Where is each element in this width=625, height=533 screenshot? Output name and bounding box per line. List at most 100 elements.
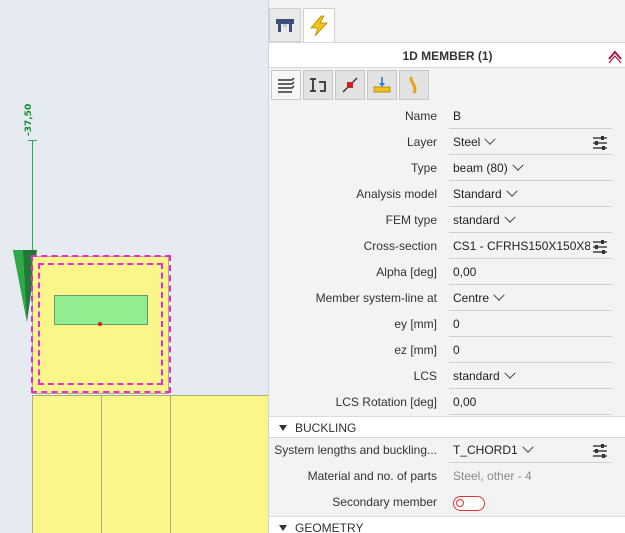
section-title: GEOMETRY [295,521,364,533]
field-underline [449,414,612,415]
selection-outline-inner [38,263,163,385]
layers-button[interactable] [271,70,301,100]
section-header-buckling[interactable]: BUCKLING [269,416,625,438]
property-row-cross-section[interactable]: Cross-section CS1 - CFRHS150X150X8 [269,234,625,260]
property-row-secondary-member[interactable]: Secondary member [269,490,625,516]
settings-sliders-icon[interactable] [592,444,608,458]
load-button[interactable] [367,70,397,100]
section-title: BUCKLING [295,421,357,435]
property-row-system-line[interactable]: Member system-line at Centre [269,286,625,312]
tab-properties[interactable] [303,8,335,42]
property-row-layer[interactable]: Layer Steel [269,130,625,156]
toggle-knob [456,499,464,507]
analysis-model-dropdown[interactable]: Standard [453,185,518,201]
collapse-chevron-icon[interactable] [606,46,624,64]
lcs-dropdown[interactable]: standard [453,367,516,383]
property-label: Layer [406,135,437,149]
section-button[interactable] [303,70,333,100]
dimension-label: -37,50 [24,103,34,136]
dropdown-value: beam (80) [453,161,508,175]
property-label: Material and no. of parts [307,469,437,483]
panel-toolbar [271,70,429,102]
property-label: Member system-line at [315,291,437,305]
property-label: ey [mm] [394,317,437,331]
collapse-triangle-icon [279,525,287,531]
field-underline [449,284,612,285]
property-label: System lengths and buckling... [274,443,437,457]
field-underline [449,206,612,207]
property-label: Name [404,109,437,123]
property-label: FEM type [385,213,437,227]
field-underline [449,258,612,259]
field-underline [449,128,612,129]
field-underline [449,336,612,337]
property-label: Alpha [deg] [376,265,437,279]
chevron-down-icon [504,211,516,223]
lightning-icon [310,15,328,36]
system-line-dropdown[interactable]: Centre [453,289,505,305]
ey-input[interactable]: 0 [453,317,460,331]
dropdown-value: Centre [453,291,490,305]
property-row-name[interactable]: Name B [269,104,625,130]
property-list: Name B Layer Steel Type beam (80) Analys… [269,104,625,533]
material-parts-value: Steel, other - 4 [453,469,532,483]
property-label: ez [mm] [394,343,437,357]
property-value[interactable]: B [453,109,461,123]
curve-icon [409,75,417,94]
dropdown-value: Steel [453,135,481,149]
panel-title-bar: 1D MEMBER (1) [269,42,625,68]
layer-dropdown[interactable]: Steel [453,133,497,149]
type-dropdown[interactable]: beam (80) [453,159,524,175]
tab-structure[interactable] [269,8,301,42]
hinge-button[interactable] [335,70,365,100]
section-icon [310,78,326,92]
property-row-system-lengths[interactable]: System lengths and buckling... T_CHORD1 [269,438,625,464]
field-underline [449,154,612,155]
model-viewport[interactable]: -37,50 [0,0,270,533]
chevron-down-icon [493,289,505,301]
field-underline [449,362,612,363]
member-edge-line [170,395,171,533]
property-label: Type [410,161,437,175]
property-label: LCS [413,369,437,383]
property-row-ez[interactable]: ez [mm] 0 [269,338,625,364]
settings-sliders-icon[interactable] [592,240,608,254]
chevron-down-icon [484,133,497,145]
load-icon [373,77,391,93]
chevron-down-icon [506,185,518,197]
chevron-down-icon [512,159,524,171]
field-underline [449,180,612,181]
collapse-triangle-icon [279,425,287,431]
dropdown-value: standard [453,213,500,227]
property-row-lcs-rotation[interactable]: LCS Rotation [deg] 0,00 [269,390,625,416]
member-block-bottom[interactable] [32,395,270,533]
alpha-input[interactable]: 0,00 [453,265,476,279]
ez-input[interactable]: 0 [453,343,460,357]
property-row-fem-type[interactable]: FEM type standard [269,208,625,234]
curve-button[interactable] [399,70,429,100]
dimension-line [32,140,33,260]
system-lengths-dropdown[interactable]: T_CHORD1 [453,441,534,457]
property-row-analysis-model[interactable]: Analysis model Standard [269,182,625,208]
cross-section-field[interactable]: CS1 - CFRHS150X150X8 [453,239,590,253]
field-underline [449,232,612,233]
field-underline [449,310,612,311]
property-row-ey[interactable]: ey [mm] 0 [269,312,625,338]
property-row-alpha[interactable]: Alpha [deg] 0,00 [269,260,625,286]
property-label: Analysis model [356,187,437,201]
layers-icon [278,77,295,93]
section-header-geometry[interactable]: GEOMETRY [269,516,625,533]
property-label: Cross-section [363,239,437,253]
structure-icon [276,19,294,32]
chevron-down-icon [504,367,516,379]
property-row-lcs[interactable]: LCS standard [269,364,625,390]
property-label: Secondary member [332,495,437,509]
panel-title: 1D MEMBER (1) [402,49,493,63]
lcs-rotation-input[interactable]: 0,00 [453,395,476,409]
chevron-down-icon [522,441,534,453]
field-underline [449,388,612,389]
fem-type-dropdown[interactable]: standard [453,211,516,227]
settings-sliders-icon[interactable] [592,136,608,150]
property-row-type[interactable]: Type beam (80) [269,156,625,182]
secondary-member-toggle[interactable] [453,496,485,511]
